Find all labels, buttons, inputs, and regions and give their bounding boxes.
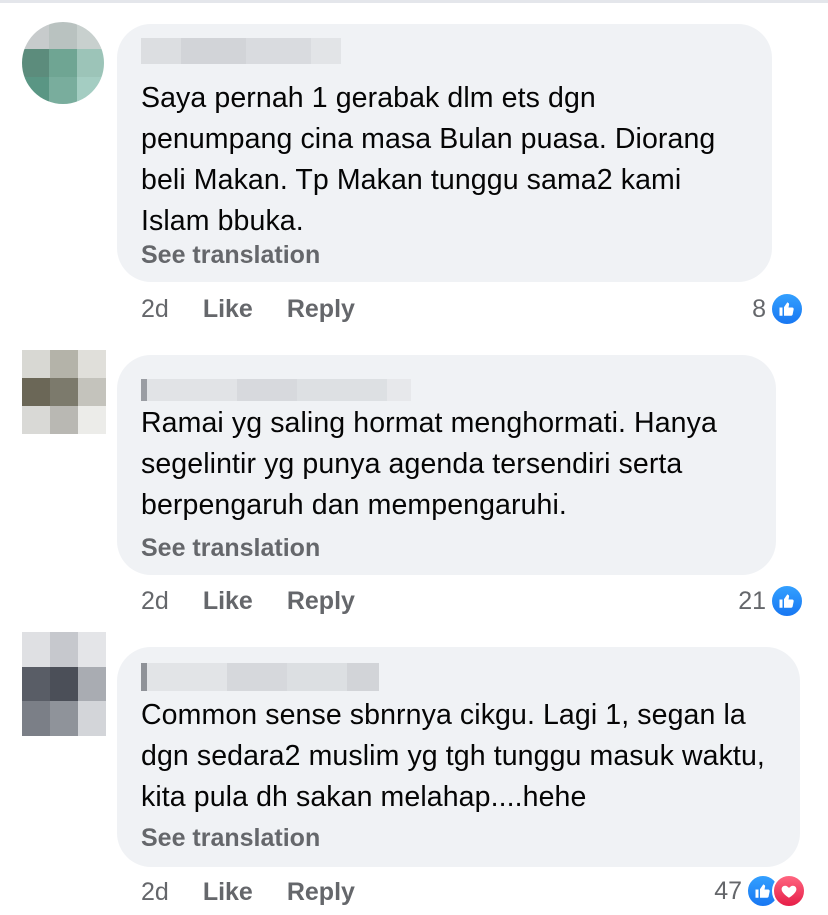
like-button[interactable]: Like (203, 587, 253, 616)
blurred-author-name[interactable] (141, 38, 341, 64)
comment-text: Ramai yg saling hormat menghormati. Hany… (141, 407, 717, 521)
comment-actions: 2d Like Reply (141, 295, 355, 324)
reaction-count: 8 (752, 294, 766, 323)
comment-actions: 2d Like Reply (141, 587, 355, 616)
like-button[interactable]: Like (203, 295, 253, 324)
reaction-count: 21 (738, 586, 766, 615)
avatar[interactable] (22, 350, 106, 434)
comment-text: Common sense sbnrnya cikgu. Lagi 1, sega… (141, 699, 765, 813)
blurred-author-name[interactable] (141, 379, 411, 401)
like-icon (770, 584, 804, 618)
reaction-count: 47 (714, 876, 742, 905)
avatar[interactable] (22, 632, 106, 736)
avatar[interactable] (22, 22, 104, 104)
reply-button[interactable]: Reply (287, 878, 355, 907)
see-translation-link[interactable]: See translation (141, 534, 320, 563)
reply-button[interactable]: Reply (287, 295, 355, 324)
reactions-summary[interactable]: 47 (714, 874, 806, 908)
comment-bubble: Saya pernah 1 gerabak dlm ets dgn penump… (117, 24, 772, 282)
reactions-summary[interactable]: 8 (752, 292, 804, 326)
love-icon (772, 874, 806, 908)
comment-text: Saya pernah 1 gerabak dlm ets dgn penump… (141, 82, 716, 237)
comment-actions: 2d Like Reply (141, 878, 355, 907)
comment-bubble: Ramai yg saling hormat menghormati. Hany… (117, 355, 776, 575)
comment-timestamp[interactable]: 2d (141, 878, 169, 907)
top-divider (0, 0, 828, 3)
blurred-author-name[interactable] (141, 663, 379, 691)
reactions-summary[interactable]: 21 (738, 584, 804, 618)
comment-bubble: Common sense sbnrnya cikgu. Lagi 1, sega… (117, 647, 800, 867)
like-button[interactable]: Like (203, 878, 253, 907)
comment-timestamp[interactable]: 2d (141, 587, 169, 616)
comment-timestamp[interactable]: 2d (141, 295, 169, 324)
like-icon (770, 292, 804, 326)
see-translation-link[interactable]: See translation (141, 824, 320, 853)
reply-button[interactable]: Reply (287, 587, 355, 616)
see-translation-link[interactable]: See translation (141, 241, 320, 270)
